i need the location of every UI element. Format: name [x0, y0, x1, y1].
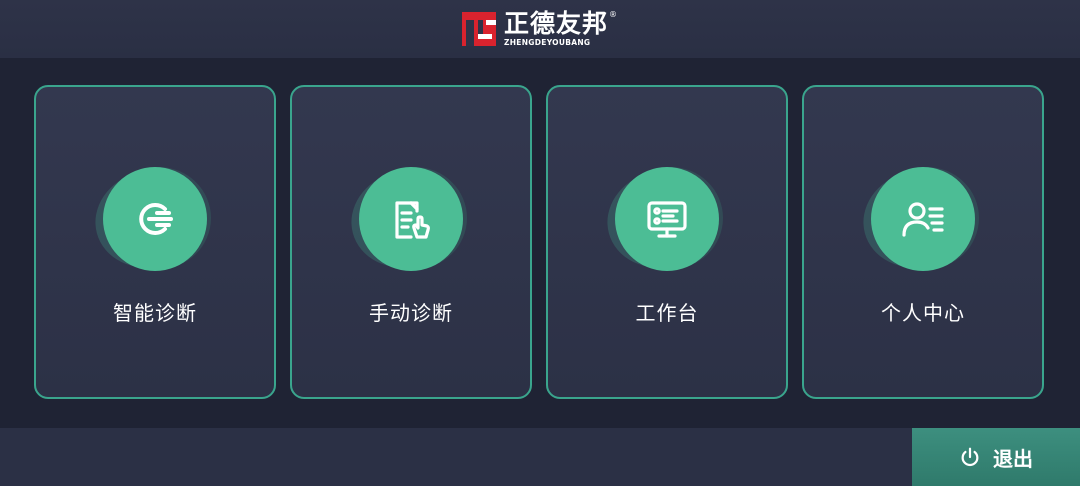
app-footer: 退出	[0, 428, 1080, 486]
personal-center-label: 个人中心	[881, 301, 965, 325]
power-icon	[961, 447, 979, 467]
smart-diagnosis-icon	[103, 167, 207, 271]
workbench-icon	[615, 167, 719, 271]
personal-center-card[interactable]: 个人中心	[802, 85, 1044, 399]
personal-center-icon	[871, 167, 975, 271]
exit-button[interactable]: 退出	[912, 428, 1080, 486]
brand-name-cn: 正德友邦®	[503, 9, 618, 39]
brand-name-en: ZHENGDEYOUBANG	[503, 38, 591, 48]
smart-diagnosis-card[interactable]: 智能诊断	[34, 85, 276, 399]
smart-diagnosis-label: 智能诊断	[113, 301, 197, 325]
manual-diagnosis-label: 手动诊断	[369, 301, 453, 325]
brand-logo-icon	[461, 12, 496, 46]
brand-logo: 正德友邦® ZHENGDEYOUBANG	[461, 9, 618, 48]
manual-diagnosis-card[interactable]: 手动诊断	[290, 85, 532, 399]
workbench-label: 工作台	[635, 301, 699, 325]
main-menu: 智能诊断 手动诊断 工作台 个人中心	[0, 58, 1080, 428]
exit-label: 退出	[993, 446, 1033, 471]
workbench-card[interactable]: 工作台	[546, 85, 788, 399]
app-header: 正德友邦® ZHENGDEYOUBANG	[0, 0, 1080, 58]
manual-diagnosis-icon	[359, 167, 463, 271]
